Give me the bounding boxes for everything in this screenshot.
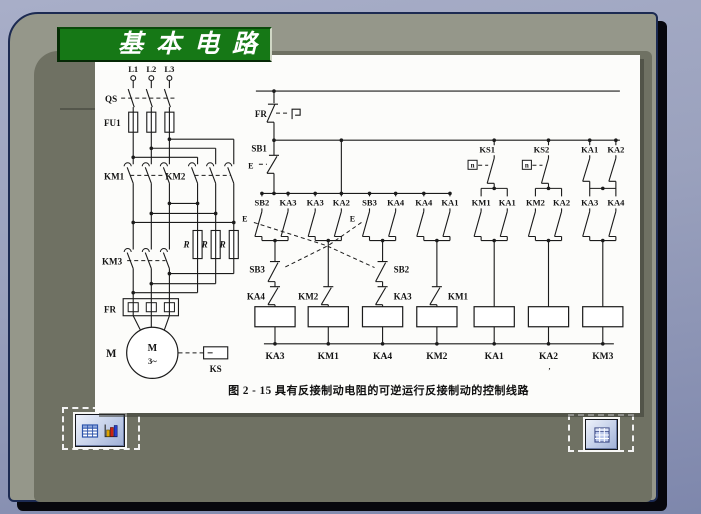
speed-symbol-ks1: n: [471, 161, 475, 169]
power-circuit: L1 L2 L3 QS FU1 KM1 KM2 KM3 R R R FR M M…: [102, 64, 239, 380]
label-l3: L3: [164, 64, 174, 74]
label-row-ka2: KA2: [333, 197, 350, 207]
label-motor: M: [106, 348, 117, 360]
circuit-diagram: L1 L2 L3 QS FU1 KM1 KM2 KM3 R R R FR M M…: [102, 64, 625, 397]
label-fu1: FU1: [104, 118, 121, 128]
page-title: 基本电路: [118, 31, 271, 58]
figure-caption: 图 2 - 15 具有反接制动电阻的可逆运行反接制动的控制线路: [228, 383, 529, 397]
label-l1: L1: [128, 64, 138, 74]
label-r2: R: [201, 240, 208, 250]
power-linkage-dashes: [121, 97, 231, 354]
label-l2: L2: [146, 64, 156, 74]
label-r1: R: [182, 240, 189, 250]
coil-label-ka4: KA4: [373, 352, 392, 362]
pushbutton-symbol-sb2: E: [242, 214, 247, 223]
insert-table-chart-button[interactable]: [75, 414, 125, 447]
power-wires: [126, 80, 235, 331]
label-motor-3ph: 3~: [148, 356, 157, 366]
label-ks1: KS1: [479, 144, 495, 154]
title-underline: [60, 108, 96, 110]
label-row-ka3c: KA3: [581, 197, 598, 207]
label-sb3-nc: SB3: [249, 265, 265, 275]
coil-label-km3: KM3: [592, 352, 613, 362]
label-km1: KM1: [104, 171, 125, 181]
label-row-ka4a: KA4: [387, 197, 405, 207]
label-ks: KS: [210, 364, 222, 374]
label-fr-contact: FR: [255, 109, 268, 119]
label-row-ka3a: KA3: [280, 197, 297, 207]
label-row-sb3: SB3: [362, 197, 377, 207]
phase-terminals: [130, 75, 173, 82]
label-r3: R: [219, 240, 226, 250]
label-row-ka2b: KA2: [553, 197, 570, 207]
label-row-ka4b: KA4: [415, 197, 433, 207]
label-qs: QS: [105, 94, 117, 104]
label-km3: KM3: [102, 257, 123, 267]
control-linkage-dashes: [253, 112, 543, 269]
table-icon: [81, 423, 98, 438]
label-km2-nc: KM2: [298, 292, 319, 302]
speed-symbol-ks2: n: [525, 161, 529, 169]
label-row-km2: KM2: [526, 197, 545, 207]
thermal-contact-glyph: [291, 108, 301, 120]
control-circuit: FR SB1 E E E SB2 KA3 KA3 KA2 SB3 KA4 KA4…: [242, 89, 625, 371]
label-ks2: KS2: [534, 144, 550, 154]
control-wires: [254, 90, 620, 345]
diagram-panel: L1 L2 L3 QS FU1 KM1 KM2 KM3 R R R FR M M…: [95, 55, 640, 413]
insert-table-button[interactable]: [585, 419, 618, 450]
label-motor-m: M: [148, 343, 158, 354]
label-km2: KM2: [165, 171, 186, 181]
speed-relay-box: [203, 346, 229, 360]
label-ka1-top: KA1: [581, 144, 598, 154]
pushbutton-symbol-sb3: E: [350, 214, 355, 223]
coil-label-km1: KM1: [318, 352, 339, 362]
power-junction-dots: [131, 137, 236, 295]
coil-label-ka1: KA1: [485, 352, 504, 362]
speed-symbol-boxes: [467, 159, 532, 170]
label-ka2-top: KA2: [607, 144, 624, 154]
label-row-sb2: SB2: [255, 197, 270, 207]
label-row-ka1b: KA1: [499, 197, 516, 207]
label-fr-power: FR: [104, 305, 117, 315]
page-background: 基本电路 L1 L2 L3 QS FU1 KM1 KM2 KM3 R R R F…: [0, 0, 701, 514]
label-km1-nc: KM1: [448, 292, 469, 302]
label-ka3-nc: KA3: [394, 292, 413, 302]
stray-mark: ,: [549, 363, 551, 371]
title-banner: 基本电路: [57, 27, 272, 62]
label-row-ka4c: KA4: [607, 197, 625, 207]
label-row-ka1a: KA1: [441, 197, 458, 207]
label-sb2-nc: SB2: [394, 265, 410, 275]
table-icon: [593, 426, 610, 443]
coil-label-ka3: KA3: [265, 352, 284, 362]
label-sb1: SB1: [251, 143, 267, 153]
pushbutton-symbol-sb1: E: [248, 161, 253, 170]
label-row-km1: KM1: [472, 197, 491, 207]
coil-symbols: [254, 306, 624, 328]
coil-label-ka2: KA2: [539, 352, 558, 362]
bar-chart-icon: [104, 424, 117, 437]
label-row-ka3b: KA3: [307, 197, 324, 207]
label-ka4-nc: KA4: [247, 292, 266, 302]
coil-label-km2: KM2: [426, 352, 447, 362]
